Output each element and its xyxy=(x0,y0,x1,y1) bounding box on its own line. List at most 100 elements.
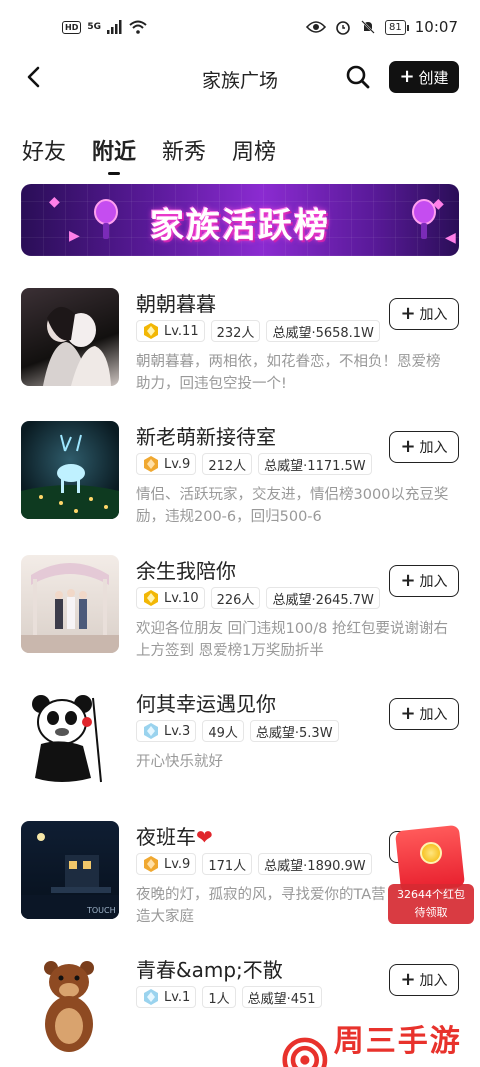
couple-illustration xyxy=(43,306,111,386)
join-label: 加入 xyxy=(419,574,448,590)
level-badge: Lv.9 xyxy=(136,853,197,875)
heart-icon: ❤ xyxy=(196,825,213,849)
prestige-value: 总威望·1171.5W xyxy=(258,453,372,475)
banner-title: 家族活跃榜 xyxy=(150,206,330,246)
diamond-icon xyxy=(144,590,158,606)
mute-bell-icon xyxy=(361,20,375,34)
prestige-value: 总威望·5658.1W xyxy=(266,320,380,342)
member-count: 49人 xyxy=(202,720,244,742)
svg-text:TOUCH: TOUCH xyxy=(86,906,116,915)
family-avatar xyxy=(21,421,119,519)
plus-icon: + xyxy=(400,436,416,457)
battery-indicator: 81 xyxy=(385,19,409,35)
tab-friends[interactable]: 好友 xyxy=(22,134,66,166)
list-item[interactable]: 何其幸运遇见你 Lv.3 49人 总威望·5.3W 开心快乐就好 + 加入 xyxy=(0,688,480,818)
list-item[interactable]: 朝朝暮暮 Lv.11 232人 总威望·5658.1W 朝朝暮暮，两相依，如花眷… xyxy=(0,288,480,418)
family-description: 开心快乐就好 xyxy=(136,754,223,770)
panda-meme-illustration xyxy=(32,695,102,783)
family-meta: Lv.9 212人 总威望·1171.5W xyxy=(136,453,372,475)
prestige-value: 总威望·451 xyxy=(241,986,322,1008)
family-avatar: TOUCH xyxy=(21,821,119,919)
join-label: 加入 xyxy=(419,707,448,723)
network-label: 5G xyxy=(87,22,101,32)
family-meta: Lv.11 232人 总威望·5658.1W xyxy=(136,320,380,342)
diamond-icon xyxy=(144,456,158,472)
member-count: 226人 xyxy=(210,587,261,609)
plus-icon: + xyxy=(400,570,416,591)
level-badge: Lv.10 xyxy=(136,587,205,609)
family-description: 欢迎各位朋友 回门违规100/8 抢红包要说谢谢右上方签到 恩爱榜1万奖励折半 xyxy=(136,621,449,659)
join-button[interactable]: + 加入 xyxy=(389,964,459,996)
site-watermark: 周三手游网 xyxy=(282,1016,480,1067)
member-count: 232人 xyxy=(210,320,261,342)
family-name: 新老萌新接待室 xyxy=(136,425,276,449)
diamond-icon xyxy=(144,723,158,739)
search-icon xyxy=(346,65,370,89)
status-bar: HD 5G 81 10:07 xyxy=(0,0,480,60)
member-count: 212人 xyxy=(202,453,253,475)
family-name: 夜班车❤ xyxy=(136,821,213,850)
level-label: Lv.9 xyxy=(164,456,191,472)
family-meta: Lv.3 49人 总威望·5.3W xyxy=(136,720,339,742)
family-avatar xyxy=(21,288,119,386)
join-label: 加入 xyxy=(419,440,448,456)
plus-icon: + xyxy=(399,66,415,87)
plus-icon: + xyxy=(400,303,416,324)
family-meta: Lv.9 171人 总威望·1890.9W xyxy=(136,853,372,875)
list-item[interactable]: 新老萌新接待室 Lv.9 212人 总威望·1171.5W 情侣、活跃玩家，交友… xyxy=(0,421,480,551)
member-count: 1人 xyxy=(202,986,236,1008)
join-label: 加入 xyxy=(419,307,448,323)
red-packet-widget[interactable]: 32644个红包 待领取 xyxy=(388,824,474,924)
join-button[interactable]: + 加入 xyxy=(389,698,459,730)
join-label: 加入 xyxy=(419,973,448,989)
level-badge: Lv.9 xyxy=(136,453,197,475)
coin-icon xyxy=(420,842,442,864)
level-badge: Lv.1 xyxy=(136,986,197,1008)
family-name: 何其幸运遇见你 xyxy=(136,692,276,716)
level-label: Lv.10 xyxy=(164,590,199,606)
deer-illustration xyxy=(21,434,119,519)
status-right: 81 10:07 xyxy=(306,18,458,36)
clock: 10:07 xyxy=(414,18,458,36)
family-meta: Lv.10 226人 总威望·2645.7W xyxy=(136,587,380,609)
family-name: 朝朝暮暮 xyxy=(136,292,216,316)
member-count: 171人 xyxy=(202,853,253,875)
family-avatar xyxy=(21,954,119,1052)
level-label: Lv.11 xyxy=(164,323,199,339)
search-button[interactable] xyxy=(343,62,373,92)
tab-bar: 好友 附近 新秀 周榜 xyxy=(22,134,276,175)
tab-nearby[interactable]: 附近 xyxy=(92,134,136,175)
status-left: HD 5G xyxy=(62,20,147,34)
family-name: 余生我陪你 xyxy=(136,559,236,583)
join-button[interactable]: + 加入 xyxy=(389,431,459,463)
level-label: Lv.1 xyxy=(164,989,191,1005)
family-meta: Lv.1 1人 总威望·451 xyxy=(136,986,322,1008)
watermark-text: 周三手游网 xyxy=(333,1024,462,1059)
wedding-illustration xyxy=(21,563,119,653)
alarm-icon xyxy=(336,21,350,35)
family-description: 朝朝暮暮，两相依，如花眷恋，不相负！恩爱榜助力，回违包空投一个! xyxy=(136,354,441,392)
create-button[interactable]: + 创建 xyxy=(389,61,459,93)
join-button[interactable]: + 加入 xyxy=(389,565,459,597)
level-label: Lv.3 xyxy=(164,723,191,739)
diamond-icon xyxy=(144,856,158,872)
tab-newcomers[interactable]: 新秀 xyxy=(162,134,206,166)
prestige-value: 总威望·2645.7W xyxy=(266,587,380,609)
list-item[interactable]: 余生我陪你 Lv.10 226人 总威望·2645.7W 欢迎各位朋友 回门违规… xyxy=(0,555,480,685)
prestige-value: 总威望·5.3W xyxy=(249,720,339,742)
family-avatar xyxy=(21,555,119,653)
tab-weekly[interactable]: 周榜 xyxy=(232,134,276,166)
red-packet-label: 32644个红包 待领取 xyxy=(388,884,474,924)
diamond-icon xyxy=(144,989,158,1005)
activity-banner[interactable]: ◆ ▶ ◆ ◀ 家族活跃榜 xyxy=(21,184,459,256)
hd-badge: HD xyxy=(62,20,82,34)
family-name-text: 夜班车 xyxy=(136,825,196,849)
create-label: 创建 xyxy=(418,68,449,87)
header: 家族广场 + 创建 xyxy=(0,56,480,100)
diamond-icon xyxy=(144,323,158,339)
join-button[interactable]: + 加入 xyxy=(389,298,459,330)
family-description: 情侣、活跃玩家，交友进，情侣榜3000以充豆奖励，违规200-6，回归500-6 xyxy=(136,487,449,525)
bear-illustration xyxy=(44,961,94,1052)
wifi-icon xyxy=(129,20,147,34)
family-avatar xyxy=(21,688,119,786)
